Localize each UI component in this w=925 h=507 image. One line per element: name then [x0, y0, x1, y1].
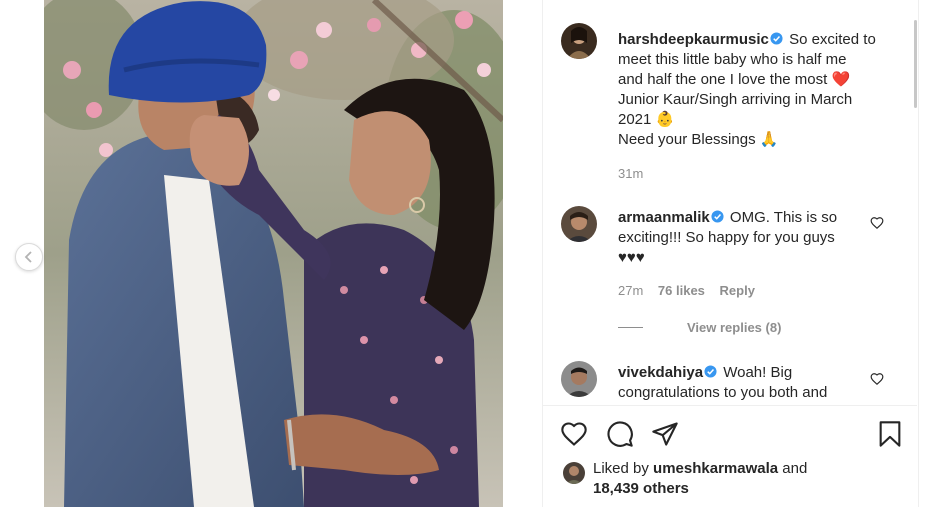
comment-time[interactable]: 27m — [618, 283, 643, 298]
post-image — [44, 0, 503, 507]
scrollbar-thumb[interactable] — [914, 20, 917, 108]
caption-meta: 31m — [618, 166, 654, 181]
comment: armaanmalik OMG. This is so exciting!!! … — [618, 208, 890, 268]
liked-by-avatar-image — [563, 462, 585, 484]
comment-text: Woah! Big — [723, 364, 793, 381]
comment-username[interactable]: vivekdahiya — [618, 364, 703, 381]
liked-by-text: Liked by umeshkarmawala and 18,439 other… — [593, 459, 893, 499]
heart-icon[interactable] — [560, 420, 588, 448]
post-time[interactable]: 31m — [618, 166, 643, 181]
author-avatar-image — [561, 23, 597, 59]
author-username[interactable]: harshdeepkaurmusic — [618, 31, 769, 48]
view-replies-label: View replies (8) — [687, 320, 782, 335]
verified-badge-icon — [704, 365, 717, 378]
caption-line: and half the one I love the most ❤️ — [618, 71, 851, 88]
verified-badge-icon — [711, 210, 724, 223]
like-comment-heart-icon[interactable] — [870, 372, 884, 386]
comment-text: OMG. This is so — [729, 209, 838, 226]
author-avatar[interactable] — [561, 23, 597, 59]
commenter-avatar-image — [561, 206, 597, 242]
post-actions: Liked by umeshkarmawala and 18,439 other… — [543, 405, 917, 507]
right-margin — [918, 0, 925, 507]
liked-by-prefix: Liked by — [593, 460, 649, 477]
liked-by-avatar[interactable] — [563, 462, 585, 484]
paper-plane-icon[interactable] — [651, 420, 679, 448]
comment-text: congratulations to you both and — [618, 384, 828, 401]
post-photo[interactable] — [44, 0, 503, 507]
caption-line: meet this little baby who is half me — [618, 51, 847, 68]
comments-list[interactable]: harshdeepkaurmusic So excited to meet th… — [543, 0, 917, 405]
comment-icon[interactable] — [606, 420, 634, 448]
bookmark-icon[interactable] — [876, 420, 904, 448]
comment-likes[interactable]: 76 likes — [658, 283, 705, 298]
liked-by-user[interactable]: umeshkarmawala — [653, 460, 778, 477]
comment-meta: 27m 76 likes Reply — [618, 283, 766, 298]
comment-username[interactable]: armaanmalik — [618, 209, 710, 226]
commenter-avatar[interactable] — [561, 361, 597, 397]
replies-divider — [618, 327, 643, 328]
view-replies-button[interactable]: View replies (8) — [618, 320, 781, 335]
post-caption: harshdeepkaurmusic So excited to meet th… — [618, 30, 890, 150]
liked-by-and: and — [782, 460, 808, 477]
commenter-avatar[interactable] — [561, 206, 597, 242]
caption-line: So excited to — [789, 31, 876, 48]
reply-button[interactable]: Reply — [720, 283, 755, 298]
gutter — [503, 0, 542, 507]
comment-text: exciting!!! So happy for you guys — [618, 229, 835, 246]
caption-line: Junior Kaur/Singh arriving in March — [618, 91, 853, 108]
verified-badge-icon — [770, 32, 783, 45]
previous-photo-button[interactable] — [15, 243, 43, 271]
liked-by-others[interactable]: 18,439 others — [593, 480, 689, 497]
caption-line: Need your Blessings 🙏 — [618, 131, 779, 148]
post-side-panel: harshdeepkaurmusic So excited to meet th… — [542, 0, 918, 507]
comment-text: ♥♥♥ — [618, 249, 645, 266]
chevron-left-icon — [24, 251, 32, 263]
caption-line: 2021 👶 — [618, 111, 675, 128]
like-comment-heart-icon[interactable] — [870, 216, 884, 230]
comment: vivekdahiya Woah! Big congratulations to… — [618, 363, 890, 403]
commenter-avatar-image — [561, 361, 597, 397]
